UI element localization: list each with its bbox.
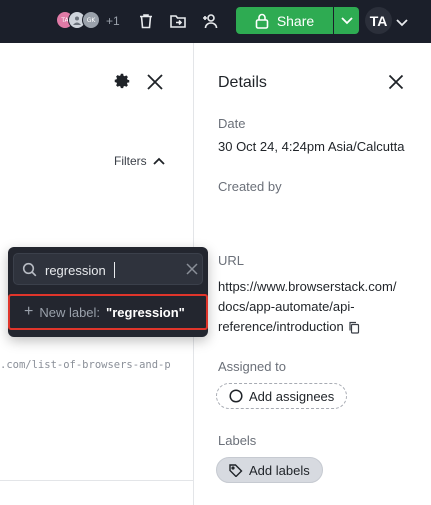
created-by-label: Created by [218,179,282,194]
url-line: https://www.browserstack.com/ [218,279,397,294]
assigned-to-label: Assigned to [218,359,286,374]
close-icon[interactable] [388,74,404,95]
details-panel: Details Date 30 Oct 24, 4:24pm Asia/Calc… [194,43,431,505]
trash-icon[interactable] [137,12,157,32]
avatar: GK [82,11,100,29]
chevron-up-icon [153,157,165,165]
close-icon[interactable] [146,73,164,96]
plus-icon: + [24,303,34,320]
label-popover: + New label: "regression" [8,247,208,337]
circle-icon [229,389,243,403]
details-title: Details [218,74,267,91]
date-label: Date [218,116,246,131]
share-button[interactable]: Share [236,7,333,34]
top-bar: TA GK +1 Share TA [0,0,431,43]
search-icon [22,262,37,277]
url-line: docs/app-automate/api- [218,299,355,314]
tag-icon [229,464,243,477]
user-avatar[interactable]: TA [365,7,392,34]
label-search-box [13,253,203,285]
chevron-down-icon [340,16,353,24]
new-label-prefix: New label: [39,304,101,320]
text-cursor [114,262,115,278]
url-value[interactable]: https://www.browserstack.com/ docs/app-a… [218,277,418,337]
share-label: Share [276,12,315,29]
url-line: reference/introduction [218,319,344,334]
filters-toggle[interactable]: Filters [114,154,165,168]
add-labels-button[interactable]: Add labels [216,457,323,483]
add-assignees-button[interactable]: Add assignees [216,383,348,409]
gear-icon[interactable] [114,73,132,96]
add-person-icon[interactable] [201,12,221,32]
url-preview: .com/list-of-browsers-and-p [0,359,171,371]
divider [0,480,193,481]
labels-label: Labels [218,433,257,448]
date-value: 30 Oct 24, 4:24pm Asia/Calcutta [218,139,405,154]
add-assignees-label: Add assignees [249,388,335,404]
move-folder-icon[interactable] [169,12,189,32]
new-label-value: "regression" [106,304,185,320]
filters-label: Filters [114,154,147,168]
chevron-down-icon[interactable] [396,14,408,32]
label-search-input[interactable] [45,260,185,280]
create-new-label-option[interactable]: + New label: "regression" [8,294,208,330]
extra-collaborators-count: +1 [106,14,120,28]
add-labels-label: Add labels [249,462,310,478]
collaborator-avatars[interactable]: TA GK +1 [56,11,136,31]
url-label: URL [218,253,245,268]
copy-icon[interactable] [348,321,360,334]
share-options-button[interactable] [334,7,359,34]
lock-icon [255,13,269,29]
